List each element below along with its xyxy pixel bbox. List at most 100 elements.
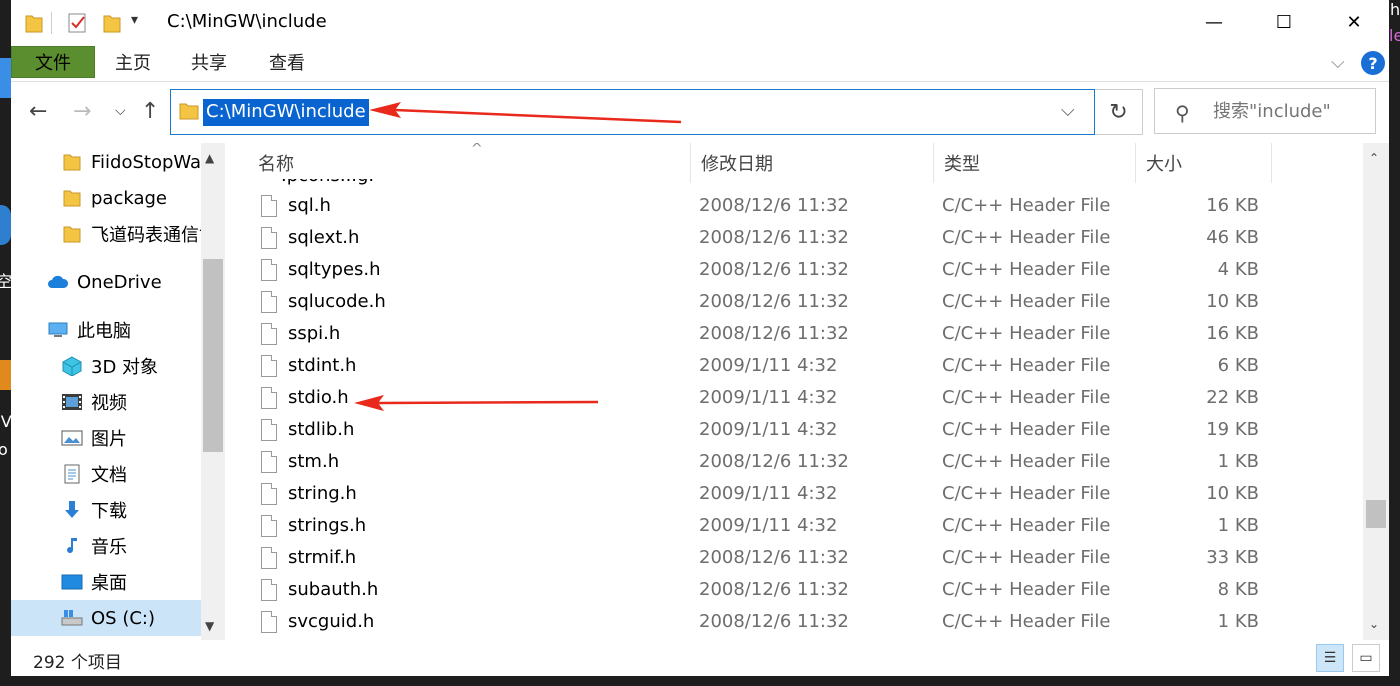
file-type: C/C++ Header File [942,227,1111,248]
file-icon [261,387,277,409]
navigation-bar: ← → ⌵ ↑ C:\MinGW\include ⌵ ↻ ⚲ [11,83,1389,143]
scroll-down-icon[interactable]: ⌄ [1369,617,1379,631]
tab-view[interactable]: 查看 [259,46,315,78]
annotation-arrow-stdio [354,395,599,411]
navigation-pane: FiidoStopWa package 飞道码表通信协 OneDrive 此电脑… [11,143,226,640]
file-name: stdlib.h [288,419,355,440]
nav-item-os-c[interactable]: OS (C:) [11,600,201,636]
file-row[interactable]: strmif.h 2008/12/6 11:32 C/C++ Header File… [251,543,1361,575]
nav-item-package[interactable]: package [11,180,201,216]
file-icon [261,195,277,217]
scroll-up-icon[interactable]: ⌃ [1369,151,1379,165]
file-name: sql.h [288,195,331,216]
file-date: 2008/12/6 11:32 [699,195,849,216]
address-path[interactable]: C:\MinGW\include [203,99,369,126]
divider [51,12,52,34]
tab-share[interactable]: 共享 [181,46,237,78]
forward-arrow-icon[interactable]: → [73,99,91,124]
nav-item-documents[interactable]: 文档 [11,456,201,492]
column-size[interactable]: 大小 [1136,143,1272,183]
close-button[interactable]: ✕ [1323,0,1385,44]
column-type[interactable]: 类型 [934,143,1136,183]
nav-item-onedrive[interactable]: OneDrive [11,264,201,300]
documents-icon [64,464,80,484]
nav-item-music[interactable]: 音乐 [11,528,201,564]
file-date: 2008/12/6 11:32 [699,611,849,632]
background-fragment: le [1389,26,1400,45]
file-row[interactable]: sspi.h 2008/12/6 11:32 C/C++ Header File 16… [251,319,1361,351]
explorer-window: ▾ C:\MinGW\include — ☐ ✕ 文件 主页 共享 查看 ⌵ ?… [11,0,1389,676]
file-name: stdint.h [288,355,357,376]
file-list-scrollbar[interactable]: ⌃ ⌄ [1363,143,1389,640]
file-type: C/C++ Header File [942,611,1111,632]
nav-item-label: 飞道码表通信协 [91,225,201,246]
file-icon [261,547,277,569]
maximize-button[interactable]: ☐ [1253,0,1315,44]
address-dropdown-icon[interactable]: ⌵ [1061,100,1075,121]
file-name: sqlext.h [288,227,360,248]
file-date: 2009/1/11 4:32 [699,387,838,408]
details-view-icon[interactable]: ☰ [1316,644,1344,672]
title-bar: ▾ C:\MinGW\include — ☐ ✕ [11,0,1389,46]
recent-locations-icon[interactable]: ⌵ [115,103,126,119]
scrollbar-thumb[interactable] [203,259,223,452]
tab-home[interactable]: 主页 [105,46,161,78]
file-date: 2009/1/11 4:32 [699,355,838,376]
background-icon [0,58,11,98]
scrollbar-thumb[interactable] [1366,500,1386,528]
file-name: sqlucode.h [288,291,386,312]
nav-item-fiidostopwa[interactable]: FiidoStopWa [11,144,201,180]
new-folder-icon[interactable] [103,12,121,34]
file-row[interactable]: subauth.h 2008/12/6 11:32 C/C++ Header Fil… [251,575,1361,607]
nav-item-videos[interactable]: 视频 [11,384,201,420]
help-icon[interactable]: ? [1361,51,1385,75]
partial-row: .pcons...g. [281,179,421,185]
nav-item-downloads[interactable]: 下载 [11,492,201,528]
file-type: C/C++ Header File [942,195,1111,216]
search-box[interactable]: ⚲ [1154,88,1376,134]
scroll-down-icon[interactable]: ▼ [205,619,214,633]
file-row[interactable]: stm.h 2008/12/6 11:32 C/C++ Header File 1 K… [251,447,1361,479]
nav-item-3d-objects[interactable]: 3D 对象 [11,348,201,384]
file-row[interactable]: sqltypes.h 2008/12/6 11:32 C/C++ Header Fi… [251,255,1361,287]
file-row[interactable]: sql.h 2008/12/6 11:32 C/C++ Header File 16 … [251,191,1361,223]
column-name[interactable]: 名称 [248,143,691,183]
nav-item-pictures[interactable]: 图片 [11,420,201,456]
scroll-up-icon[interactable]: ▲ [205,151,214,165]
column-date-modified[interactable]: 修改日期 [691,143,934,183]
large-icons-view-icon[interactable]: ▭ [1352,644,1380,672]
up-arrow-icon[interactable]: ↑ [141,99,159,124]
minimize-button[interactable]: — [1183,0,1245,44]
back-arrow-icon[interactable]: ← [29,99,47,124]
file-row[interactable]: strings.h 2009/1/11 4:32 C/C++ Header File… [251,511,1361,543]
file-date: 2008/12/6 11:32 [699,227,849,248]
expand-ribbon-icon[interactable]: ⌵ [1331,52,1345,73]
properties-icon[interactable] [67,12,89,34]
search-input[interactable] [1213,101,1363,122]
file-type: C/C++ Header File [942,515,1111,536]
nav-item-feidao-protocol[interactable]: 飞道码表通信协 [11,216,201,252]
file-row[interactable]: sqlext.h 2008/12/6 11:32 C/C++ Header File… [251,223,1361,255]
nav-item-label: OS (C:) [91,607,155,629]
file-row[interactable]: stdlib.h 2009/1/11 4:32 C/C++ Header File 1… [251,415,1361,447]
nav-item-label: 文档 [91,465,127,486]
file-date: 2008/12/6 11:32 [699,579,849,600]
column-header: ^ 名称 修改日期 类型 大小 [226,143,1363,183]
background-icon [0,205,11,245]
nav-item-this-pc[interactable]: 此电脑 [11,312,201,348]
file-icon [261,227,277,249]
nav-item-label: 3D 对象 [91,357,159,378]
folder-icon [63,154,81,171]
file-row[interactable]: stdint.h 2009/1/11 4:32 C/C++ Header File 6… [251,351,1361,383]
folder-icon [25,15,43,33]
file-name: sqltypes.h [288,259,381,280]
background-fragment: h [1390,0,1400,19]
file-row[interactable]: svcguid.h 2008/12/6 11:32 C/C++ Header Fil… [251,607,1361,639]
refresh-icon[interactable]: ↻ [1095,89,1143,135]
file-row[interactable]: sqlucode.h 2008/12/6 11:32 C/C++ Header Fi… [251,287,1361,319]
nav-pane-scrollbar[interactable]: ▲ ▼ [201,143,225,640]
customize-quick-access-icon[interactable]: ▾ [131,12,138,28]
file-row[interactable]: string.h 2009/1/11 4:32 C/C++ Header File 1… [251,479,1361,511]
tab-file[interactable]: 文件 [11,46,95,78]
nav-item-desktop[interactable]: 桌面 [11,564,201,600]
